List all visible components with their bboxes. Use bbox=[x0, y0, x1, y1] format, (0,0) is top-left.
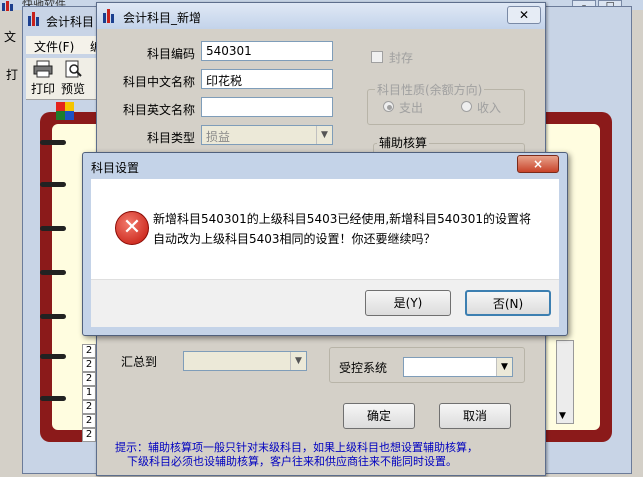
list-item[interactable]: 2 bbox=[82, 358, 96, 372]
nature-group-title: 科目性质(余额方向) bbox=[375, 81, 485, 98]
background-toolbar-label[interactable]: 打 bbox=[6, 66, 18, 83]
aux-group-title: 辅助核算 bbox=[377, 134, 430, 151]
list-item[interactable]: 2 bbox=[82, 400, 96, 414]
cancel-button[interactable]: 取消 bbox=[439, 403, 511, 429]
dialog-message: 新增科目540301的上级科目5403已经使用,新增科目540301的设置将 自… bbox=[153, 209, 553, 249]
nature-in-radio bbox=[461, 101, 472, 112]
list-item[interactable]: 2 bbox=[82, 414, 96, 428]
type-select: 损益 ▼ bbox=[201, 125, 333, 145]
hint-text: 提示：辅助核算项一般只针对末级科目，如果上级科目也想设置辅助核算， 下级科目必须… bbox=[115, 441, 543, 469]
en-name-input[interactable] bbox=[201, 97, 333, 117]
code-label: 科目编码 bbox=[146, 47, 195, 61]
sealed-checkbox bbox=[371, 51, 383, 63]
accounts-toolbar: 打印 预览 bbox=[26, 58, 106, 100]
dialog-message-line-2: 自动改为上级科目5403相同的设置！你还要继续吗？ bbox=[153, 232, 436, 246]
preview-icon bbox=[60, 60, 86, 80]
nature-in-label: 收入 bbox=[477, 101, 502, 115]
no-button[interactable]: 否(N) bbox=[465, 290, 551, 316]
dialog-footer: 是(Y) 否(N) bbox=[91, 279, 559, 327]
chevron-down-icon: ▼ bbox=[496, 358, 512, 376]
list-item[interactable]: 2 bbox=[82, 344, 96, 358]
dialog-title: 科目设置 bbox=[91, 161, 140, 175]
list-scrollbar[interactable]: ▼ bbox=[556, 340, 574, 424]
colorful-tab-icon[interactable] bbox=[56, 102, 74, 120]
dialog-close-button[interactable]: × bbox=[517, 155, 559, 173]
type-select-value: 损益 bbox=[206, 130, 231, 144]
account-settings-dialog: 科目设置 × ✕ 新增科目540301的上级科目5403已经使用,新增科目540… bbox=[82, 152, 568, 336]
scroll-down-icon[interactable]: ▼ bbox=[559, 411, 566, 421]
cn-name-label: 科目中文名称 bbox=[122, 75, 195, 89]
form-title: 会计科目_新增 bbox=[123, 11, 202, 25]
dialog-body: ✕ 新增科目540301的上级科目5403已经使用,新增科目540301的设置将… bbox=[91, 179, 559, 279]
nature-out-radio bbox=[383, 101, 394, 112]
accounts-menubar: 文件(F) 编 bbox=[26, 36, 106, 54]
notebook-ring bbox=[40, 182, 66, 187]
total-label: 汇总到 bbox=[121, 355, 158, 369]
menu-file[interactable]: 文件(F) bbox=[34, 38, 74, 55]
code-input[interactable]: 540301 bbox=[201, 41, 333, 61]
type-label: 科目类型 bbox=[146, 131, 195, 145]
toolbar-print-label: 打印 bbox=[30, 82, 55, 96]
chevron-down-icon: ▼ bbox=[316, 126, 332, 144]
toolbar-preview-label: 预览 bbox=[60, 82, 85, 96]
notebook-ring bbox=[40, 314, 66, 319]
notebook-ring bbox=[40, 226, 66, 231]
hint-line-2: 下级科目必须也设辅助核算，客户往来和供应商往来不能同时设置。 bbox=[127, 455, 457, 468]
background-menu-file[interactable]: 文 bbox=[4, 28, 16, 45]
close-icon: ✕ bbox=[518, 8, 530, 22]
nature-out-label: 支出 bbox=[399, 101, 424, 115]
toolbar-preview-button[interactable]: 预览 bbox=[60, 60, 86, 100]
notebook-ring bbox=[40, 140, 66, 145]
chevron-down-icon: ▼ bbox=[290, 352, 306, 370]
cn-name-input[interactable]: 印花税 bbox=[201, 69, 333, 89]
notebook-ring bbox=[40, 354, 66, 359]
error-icon: ✕ bbox=[115, 211, 149, 245]
notebook-ring bbox=[40, 270, 66, 275]
en-name-label: 科目英文名称 bbox=[122, 103, 195, 117]
list-item[interactable]: 2 bbox=[82, 428, 96, 442]
toolbar-print-button[interactable]: 打印 bbox=[30, 60, 56, 100]
accounts-window-logo-icon bbox=[28, 12, 42, 26]
form-logo-icon bbox=[103, 9, 117, 23]
notebook-ring bbox=[40, 396, 66, 401]
list-item[interactable]: 2 bbox=[82, 372, 96, 386]
close-icon: × bbox=[532, 157, 544, 171]
accounts-window-title: 会计科目 bbox=[46, 15, 95, 29]
app-logo-icon bbox=[2, 0, 16, 11]
control-label: 受控系统 bbox=[339, 361, 388, 375]
sealed-label: 封存 bbox=[389, 51, 414, 65]
list-item[interactable]: 1 bbox=[82, 386, 96, 400]
hint-line-1: 提示：辅助核算项一般只针对末级科目，如果上级科目也想设置辅助核算， bbox=[115, 441, 478, 454]
control-select[interactable]: ▼ bbox=[403, 357, 513, 377]
yes-button[interactable]: 是(Y) bbox=[365, 290, 451, 316]
accounts-list-column: 2 2 2 1 2 2 2 bbox=[82, 344, 96, 442]
printer-icon bbox=[30, 60, 56, 80]
total-select: ▼ bbox=[183, 351, 307, 371]
form-close-button[interactable]: ✕ bbox=[507, 6, 541, 24]
ok-button[interactable]: 确定 bbox=[343, 403, 415, 429]
dialog-message-line-1: 新增科目540301的上级科目5403已经使用,新增科目540301的设置将 bbox=[153, 212, 531, 226]
